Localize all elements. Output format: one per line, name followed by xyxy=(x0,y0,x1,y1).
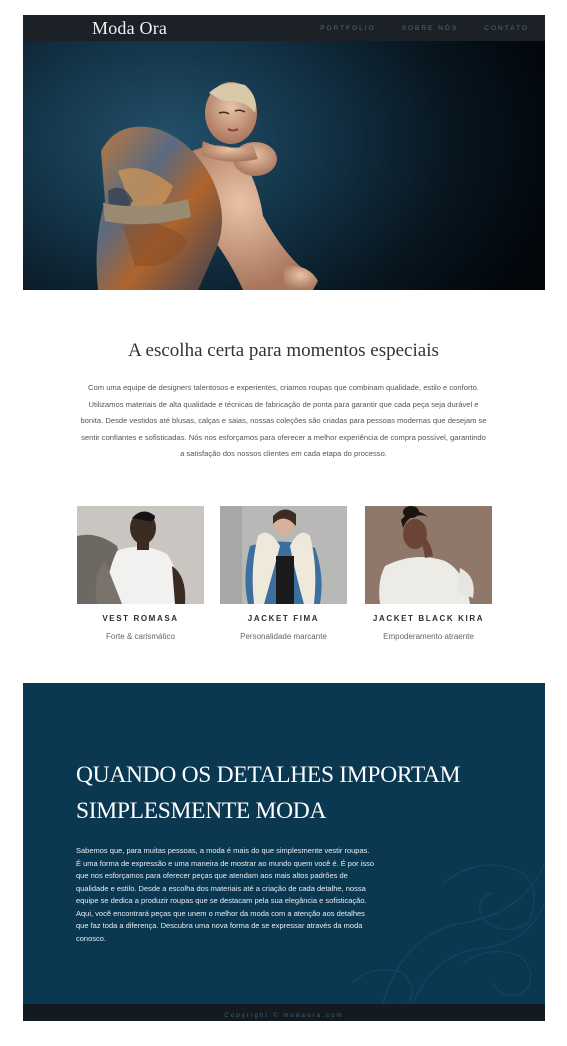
nav-links: PORTFOLIO SOBRE NÓS CONTATO xyxy=(320,15,545,41)
top-navbar: Moda Ora PORTFOLIO SOBRE NÓS CONTATO xyxy=(23,15,545,41)
product-subtitle: Personalidade marcante xyxy=(240,632,327,641)
product-name[interactable]: JACKET BLACK KIRA xyxy=(365,614,492,623)
product-card-jacket-fima[interactable]: JACKET FIMA Personalidade marcante xyxy=(220,506,347,641)
product-photo[interactable] xyxy=(365,506,492,604)
nav-link-sobre-nos[interactable]: SOBRE NÓS xyxy=(402,25,459,32)
brand-logo[interactable]: Moda Ora xyxy=(92,18,167,39)
product-subtitle: Empoderamento atraente xyxy=(383,632,474,641)
product-card-jacket-black-kira[interactable]: JACKET BLACK KIRA Empoderamento atraente xyxy=(365,506,492,641)
hero-model-illustration xyxy=(96,82,318,290)
product-photo[interactable] xyxy=(77,506,204,604)
nav-link-portfolio[interactable]: PORTFOLIO xyxy=(320,25,375,32)
details-heading-line-1: QUANDO OS DETALHES IMPORTAM xyxy=(76,762,461,788)
product-card-vest-romasa[interactable]: VEST ROMASA Forte & carismático xyxy=(77,506,204,641)
hero-image xyxy=(23,41,545,290)
footer-copyright: Copyright © modaora.com xyxy=(224,1012,344,1019)
product-photo[interactable] xyxy=(220,506,347,604)
details-paragraph: Sabemos que, para muitas pessoas, a moda… xyxy=(76,846,375,943)
paisley-pattern-decoration xyxy=(352,862,545,1004)
intro-paragraph: Com uma equipe de designers talentosos e… xyxy=(80,383,487,459)
details-heading: QUANDO OS DETALHES IMPORTAM SIMPLESMENTE… xyxy=(76,757,516,829)
product-subtitle: Forte & carismático xyxy=(106,632,175,641)
product-name[interactable]: JACKET FIMA xyxy=(220,614,347,623)
details-heading-line-2: SIMPLESMENTE MODA xyxy=(76,798,327,824)
intro-heading: A escolha certa para momentos especiais xyxy=(128,340,439,361)
nav-link-contato[interactable]: CONTATO xyxy=(484,25,529,32)
footer: Copyright © modaora.com xyxy=(23,1004,545,1021)
product-name[interactable]: VEST ROMASA xyxy=(77,614,204,623)
details-section: QUANDO OS DETALHES IMPORTAM SIMPLESMENTE… xyxy=(23,683,545,1004)
